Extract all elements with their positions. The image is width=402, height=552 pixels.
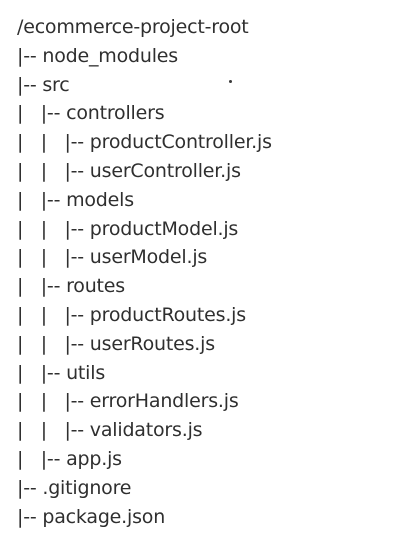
tree-line-src: |-- src (17, 73, 70, 96)
tree-line-models: | |-- models (17, 188, 134, 211)
tree-line-error-handlers: | | |-- errorHandlers.js (17, 390, 239, 413)
tree-line-routes: | |-- routes (17, 275, 125, 298)
tree-line-product-routes: | | |-- productRoutes.js (17, 303, 246, 326)
tree-line-product-model: | | |-- productModel.js (17, 217, 239, 240)
tree-line-app: | |-- app.js (17, 447, 122, 470)
tree-line-utils: | |-- utils (17, 361, 106, 384)
stray-dot-mark (229, 80, 232, 83)
tree-line-node-modules: |-- node_modules (17, 44, 178, 67)
tree-line-gitignore: |-- .gitignore (17, 476, 132, 499)
tree-line-controllers: | |-- controllers (17, 102, 165, 125)
tree-line-user-controller: | | |-- userController.js (17, 159, 241, 182)
tree-line-user-routes: | | |-- userRoutes.js (17, 332, 215, 355)
tree-line-root: /ecommerce-project-root (17, 16, 249, 38)
tree-line-product-controller: | | |-- productController.js (17, 131, 272, 154)
tree-line-package-json: |-- package.json (17, 505, 166, 528)
tree-line-user-model: | | |-- userModel.js (17, 246, 208, 269)
directory-tree: /ecommerce-project-root |-- node_modules… (17, 13, 272, 531)
tree-line-validators: | | |-- validators.js (17, 419, 203, 442)
